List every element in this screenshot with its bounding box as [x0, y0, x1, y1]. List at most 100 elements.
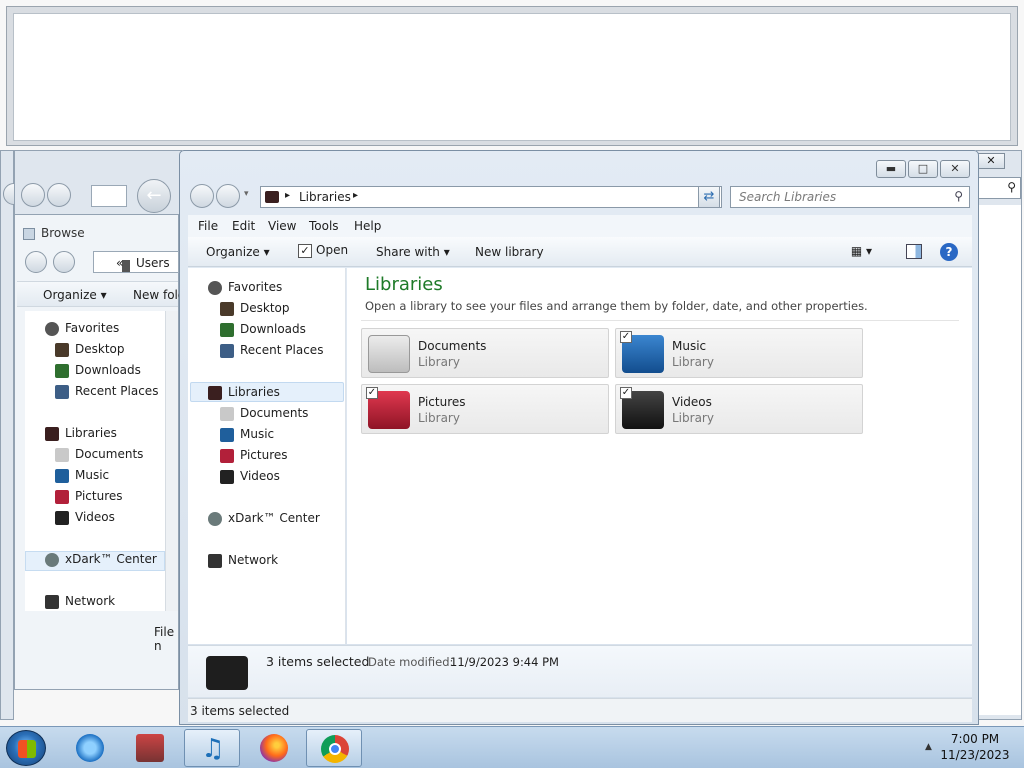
forward-button[interactable]: [53, 251, 75, 273]
selection-checkbox[interactable]: ✓: [620, 387, 632, 399]
system-clock[interactable]: 7:00 PM 11/23/2023: [940, 731, 1010, 763]
library-tile-documents[interactable]: Documents Library: [361, 328, 609, 378]
xdark-icon: [45, 552, 59, 567]
close-icon[interactable]: ✕: [977, 153, 1005, 169]
nav-recent[interactable]: Recent Places: [55, 384, 158, 399]
menu-help[interactable]: Help: [354, 219, 381, 233]
nav-network[interactable]: Network: [208, 553, 278, 568]
search-icon[interactable]: ⚲: [954, 189, 963, 203]
chevron-right-icon[interactable]: ▸: [285, 190, 290, 201]
address-crumb-users[interactable]: Users: [136, 256, 170, 270]
open-label: Open: [316, 243, 349, 257]
address-field[interactable]: [91, 185, 127, 207]
library-tile-videos[interactable]: ✓ Videos Library: [615, 384, 863, 434]
taskbar-chrome[interactable]: [306, 729, 362, 767]
selection-checkbox[interactable]: ✓: [620, 331, 632, 343]
menu-file[interactable]: File: [198, 219, 218, 233]
minimize-button[interactable]: ▬: [876, 160, 906, 178]
nav-videos-label: Videos: [240, 469, 280, 483]
new-folder-button[interactable]: New fold: [133, 288, 186, 302]
nav-scrollbar[interactable]: [165, 311, 178, 611]
maximize-button[interactable]: □: [908, 160, 938, 178]
nav-music[interactable]: Music: [220, 427, 274, 442]
background-window-1[interactable]: [0, 150, 25, 720]
command-bar: Organize ▾ ✓ Open Share with ▾ New librar…: [188, 237, 972, 267]
nav-documents[interactable]: Documents: [220, 406, 308, 421]
nav-libraries[interactable]: Libraries: [208, 385, 280, 400]
nav-favorites[interactable]: Favorites: [45, 321, 119, 336]
taskbar-media-app[interactable]: [122, 729, 178, 767]
taskbar-music-player[interactable]: ♫: [184, 729, 240, 767]
chevron-right-icon[interactable]: ▸: [353, 190, 358, 201]
taskbar: ♫ ▲ 7:00 PM 11/23/2023: [0, 726, 1024, 768]
pictures-icon: [55, 489, 69, 504]
browse-address-bar[interactable]: « Users: [93, 251, 179, 273]
background-window-right[interactable]: ✕ ⚲: [976, 150, 1022, 720]
taskbar-internet-explorer[interactable]: [62, 729, 118, 767]
nav-desktop[interactable]: Desktop: [55, 342, 125, 357]
music-icon: [55, 468, 69, 483]
nav-xdark[interactable]: xDark™ Center: [45, 552, 157, 567]
nav-favorites-label: Favorites: [65, 321, 120, 335]
refresh-button[interactable]: ⇄: [698, 186, 720, 208]
browse-title: Browse: [23, 226, 85, 240]
new-library-button[interactable]: New library: [475, 245, 544, 259]
background-window-2[interactable]: ←: [14, 150, 182, 216]
preview-pane-icon[interactable]: [906, 244, 922, 259]
nav-recent[interactable]: Recent Places: [220, 343, 323, 358]
change-view-icon[interactable]: ▦ ▾: [851, 244, 872, 258]
share-with-button[interactable]: Share with ▾: [376, 245, 450, 259]
nav-videos[interactable]: Videos: [220, 469, 280, 484]
nav-favorites[interactable]: Favorites: [208, 280, 282, 295]
back-button[interactable]: [190, 184, 214, 208]
nav-desktop[interactable]: Desktop: [220, 301, 290, 316]
nav-favorites-label: Favorites: [228, 280, 283, 294]
address-bar[interactable]: ▸ Libraries ▸ ▾: [260, 186, 722, 208]
nav-downloads[interactable]: Downloads: [220, 322, 306, 337]
selection-checkbox[interactable]: ✓: [366, 387, 378, 399]
nav-xdark[interactable]: xDark™ Center: [208, 511, 320, 526]
close-button[interactable]: ✕: [940, 160, 970, 178]
downloads-icon: [55, 363, 69, 378]
search-field-right[interactable]: ⚲: [977, 177, 1021, 199]
nav-libraries[interactable]: Libraries: [45, 426, 117, 441]
back-button[interactable]: [21, 183, 45, 207]
menu-view[interactable]: View: [268, 219, 296, 233]
forward-button[interactable]: [216, 184, 240, 208]
library-tile-pictures[interactable]: ✓ Pictures Library: [361, 384, 609, 434]
nav-pictures[interactable]: Pictures: [55, 489, 123, 504]
back-arrow-icon[interactable]: ←: [137, 179, 171, 213]
organize-button[interactable]: Organize ▾: [43, 288, 107, 302]
music-note-icon: ♫: [201, 734, 225, 764]
nav-downloads[interactable]: Downloads: [55, 363, 141, 378]
help-icon[interactable]: ?: [940, 243, 958, 261]
details-pane: 3 items selected Date modified: 11/9/202…: [188, 645, 972, 697]
content-pane: Libraries Open a library to see your fil…: [347, 268, 972, 644]
show-hidden-icons-icon[interactable]: ▲: [925, 742, 932, 752]
chrome-center-icon: [329, 743, 341, 755]
search-box[interactable]: Search Libraries ⚲: [730, 186, 970, 208]
browse-window[interactable]: Browse « Users Organize ▾ New fold Favor…: [14, 214, 186, 690]
nav-pictures[interactable]: Pictures: [220, 448, 288, 463]
nav-documents-label: Documents: [240, 406, 309, 420]
menu-tools[interactable]: Tools: [309, 219, 339, 233]
documents-icon: [368, 335, 410, 373]
library-tile-music[interactable]: ✓ Music Library: [615, 328, 863, 378]
internet-explorer-icon: [76, 734, 104, 762]
start-button[interactable]: [6, 730, 46, 766]
taskbar-firefox[interactable]: [246, 729, 302, 767]
nav-network[interactable]: Network: [45, 594, 115, 609]
organize-button[interactable]: Organize ▾: [206, 245, 270, 259]
nav-documents[interactable]: Documents: [55, 447, 143, 462]
back-button[interactable]: [25, 251, 47, 273]
libraries-explorer-window[interactable]: ▬ □ ✕ ▾ ▸ Libraries ▸ ▾ ⇄ Search Librari…: [179, 150, 979, 725]
open-checkbox[interactable]: ✓: [298, 243, 312, 258]
recent-pages-dropdown-icon[interactable]: ▾: [244, 189, 249, 199]
open-button[interactable]: ✓ Open: [298, 243, 348, 258]
nav-videos[interactable]: Videos: [55, 510, 115, 525]
nav-music[interactable]: Music: [55, 468, 109, 483]
nav-recent-label: Recent Places: [75, 384, 159, 398]
address-crumb-libraries[interactable]: Libraries: [299, 190, 351, 204]
menu-edit[interactable]: Edit: [232, 219, 255, 233]
forward-button[interactable]: [47, 183, 71, 207]
